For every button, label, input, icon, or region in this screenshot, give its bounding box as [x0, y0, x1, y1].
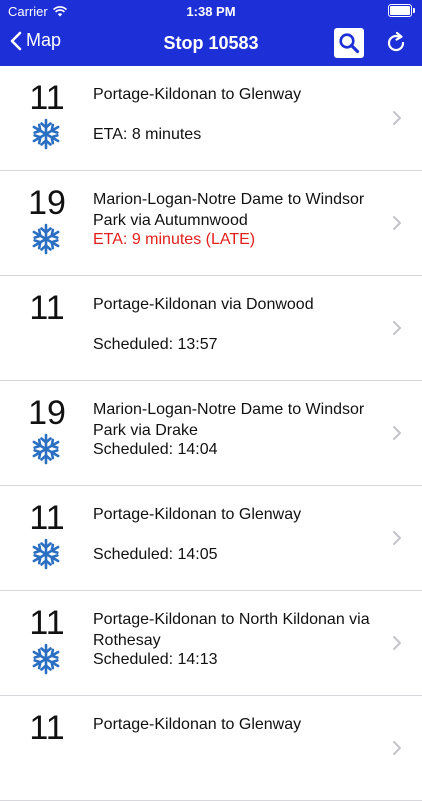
eta-label: Scheduled: 14:04: [93, 441, 218, 458]
arrival-row[interactable]: 11 Portage-Kildonan: [0, 66, 422, 171]
route-number: 11: [29, 499, 65, 537]
snowflake-icon: [32, 538, 60, 570]
arrival-row[interactable]: 11 Portage-Kildonan: [0, 591, 422, 696]
destination-label: Portage-Kildonan to North Kildonan via R…: [93, 611, 370, 649]
route-number: 19: [28, 394, 66, 432]
destination-label: Marion-Logan-Notre Dame to Windsor Park …: [93, 191, 365, 229]
chevron-right-icon: [393, 741, 401, 755]
destination-label: Portage-Kildonan to Glenway: [93, 716, 302, 733]
search-button[interactable]: [334, 28, 364, 58]
chevron-right-icon: [393, 531, 401, 545]
refresh-icon: [387, 31, 405, 52]
eta-label: Scheduled: 13:57: [93, 336, 218, 353]
status-bar: Carrier 1:38 PM: [0, 0, 422, 22]
eta-label: ETA: 8 minutes: [93, 126, 202, 143]
chevron-right-icon: [393, 636, 401, 650]
arrival-row[interactable]: 11 Portage-Kildonan: [0, 486, 422, 591]
arrival-row[interactable]: 19 Marion-Logan-Notre Dame to Windsor Pa…: [0, 171, 422, 276]
destination-label: Portage-Kildonan via Donwood: [93, 296, 314, 313]
route-number: 11: [29, 289, 65, 327]
chevron-right-icon: [393, 426, 401, 440]
destination-label: Portage-Kildonan to Glenway: [93, 86, 302, 103]
eta-label: Scheduled: 14:13: [93, 651, 218, 668]
destination-label: Portage-Kildonan to Glenway: [93, 506, 302, 523]
route-number: 11: [29, 604, 65, 642]
route-number: 19: [28, 184, 66, 222]
battery-icon: [388, 4, 415, 17]
chevron-right-icon: [393, 216, 401, 230]
route-number: 11: [29, 709, 65, 747]
eta-label: Scheduled: 14:05: [93, 546, 218, 563]
destination-label: Marion-Logan-Notre Dame to Windsor Park …: [93, 401, 365, 439]
navigation-bar: Map Stop 10583: [0, 22, 422, 66]
snowflake-icon: [32, 643, 60, 675]
arrival-row[interactable]: 11 Portage-Kildonan: [0, 696, 422, 801]
eta-label: ETA: 9 minutes (LATE): [93, 231, 256, 248]
refresh-button[interactable]: [382, 29, 410, 57]
snowflake-icon: [32, 118, 60, 150]
chevron-right-icon: [393, 321, 401, 335]
arrival-row[interactable]: 19 Marion-Logan-Notre Dame to Windsor Pa…: [0, 381, 422, 486]
snowflake-icon: [32, 223, 60, 255]
search-icon: [339, 33, 360, 54]
arrivals-list: 11 Portage-Kildonan to Glenway ETA: 8 mi…: [0, 66, 422, 801]
snowflake-icon: [32, 433, 60, 465]
app-header: Carrier 1:38 PM Map Stop 10583: [0, 0, 422, 66]
route-number: 11: [29, 79, 65, 117]
arrival-row[interactable]: 11 Portage-Kildonan: [0, 276, 422, 381]
chevron-right-icon: [393, 111, 401, 125]
status-time: 1:38 PM: [186, 4, 236, 19]
